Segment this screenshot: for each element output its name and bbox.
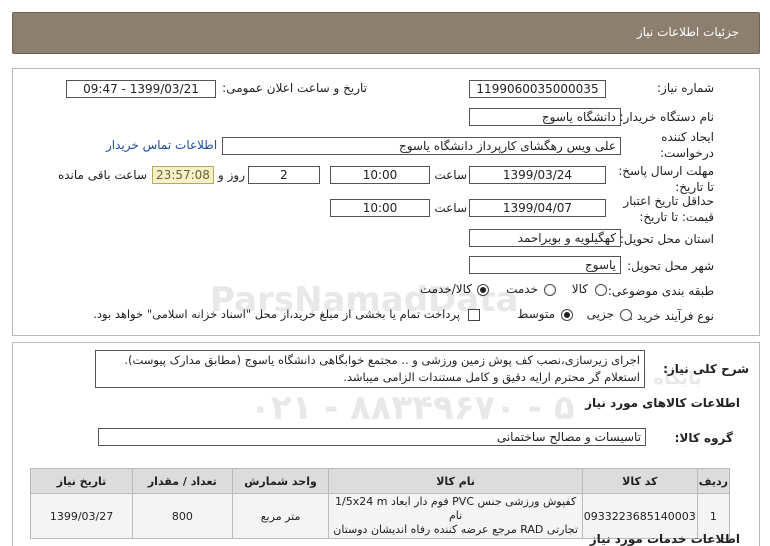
services-section-title: اطلاعات خدمات مورد نیاز (589, 532, 740, 546)
deadline-time-field: 10:00 (330, 166, 430, 184)
category-option-goods-service: کالا/خدمت (419, 282, 472, 296)
city-label: شهر محل تحویل: (627, 259, 714, 273)
remaining-time-label: ساعت باقی مانده (57, 168, 147, 182)
buyer-contact-link[interactable]: اطلاعات تماس خریدار (106, 138, 217, 152)
requester-field: علی ویس رهگشای کارپرداز دانشگاه یاسوج (222, 137, 621, 155)
requester-label-1: ایجاد کننده (661, 130, 714, 144)
validity-time-field: 10:00 (330, 199, 430, 217)
goods-group-label: گروه کالا: (674, 431, 733, 445)
goods-section-title: اطلاعات کالاهای مورد نیاز (585, 396, 740, 410)
page-title: جزئیات اطلاعات نیاز (636, 25, 739, 39)
process-radio-medium[interactable] (561, 309, 573, 321)
description-line-2: استعلام گر محترم ارایه دقیق و کامل مستند… (343, 370, 640, 384)
deadline-label-2: تا تاریخ: (675, 180, 714, 194)
announce-label: تاریخ و ساعت اعلان عمومی: (222, 81, 367, 95)
cell-date: 1399/03/27 (29, 493, 134, 539)
requester-label-2: درخواست: (660, 146, 714, 160)
col-code: کد کالا (581, 468, 698, 494)
buyer-label: نام دستگاه خریدار: (619, 110, 715, 124)
goods-group-field: تاسیسات و مصالح ساختمانی (98, 428, 646, 446)
cell-qty: 800 (132, 493, 233, 539)
cell-name: کفپوش ورزشی جنس PVC فوم دار ابعاد 1/5x24… (328, 493, 583, 539)
col-date: تاریخ نیاز (29, 468, 134, 494)
need-number-label: شماره نیاز: (657, 81, 714, 95)
col-name: نام کالا (328, 468, 583, 494)
days-label: روز و (218, 168, 245, 182)
process-option-medium: متوسط (517, 307, 555, 321)
category-option-service: خدمت (506, 282, 538, 296)
category-option-goods: کالا (571, 282, 588, 296)
col-unit: واحد شمارش (231, 468, 330, 494)
buyer-field: دانشگاه یاسوج (469, 108, 621, 126)
description-label: شرح کلی نیاز: (663, 362, 749, 376)
remaining-time-field: 23:57:08 (152, 166, 214, 184)
col-index: ردیف (696, 468, 731, 494)
cell-name-line-2: تجارتی RAD مرجع عرضه کننده رفاه اندیشان … (333, 523, 578, 536)
category-label: طبقه بندی موضوعی: (607, 284, 714, 298)
announce-field: 1399/03/21 - 09:47 (66, 80, 216, 98)
validity-date-field: 1399/04/07 (469, 199, 606, 217)
deadline-date-field: 1399/03/24 (469, 166, 606, 184)
validity-label-2: قیمت: تا تاریخ: (639, 210, 714, 224)
deadline-time-label: ساعت (434, 168, 467, 182)
goods-table-header: ردیف کد کالا نام کالا واحد شمارش تعداد /… (29, 468, 731, 494)
category-radio-service[interactable] (544, 284, 556, 296)
page-header: جزئیات اطلاعات نیاز (12, 12, 760, 54)
treasury-payment-note: پرداخت تمام یا بخشی از مبلغ خرید،از محل … (93, 307, 460, 321)
cell-name-line-1: کفپوش ورزشی جنس PVC فوم دار ابعاد 1/5x24… (335, 495, 577, 522)
process-radio-minor[interactable] (620, 309, 632, 321)
deadline-label-1: مهلت ارسال پاسخ: (618, 164, 714, 178)
need-number-field: 1199060035000035 (469, 80, 606, 98)
description-box: اجرای زیرسازی،نصب کف پوش زمین ورزشی و ..… (95, 350, 645, 388)
validity-label-1: حداقل تاریخ اعتبار (623, 194, 714, 208)
process-option-minor: جزیی (586, 307, 614, 321)
col-qty: تعداد / مقدار (132, 468, 233, 494)
category-radio-goods[interactable] (595, 284, 607, 296)
days-remaining-field: 2 (248, 166, 320, 184)
treasury-payment-checkbox[interactable] (468, 309, 480, 321)
goods-table: ردیف کد کالا نام کالا واحد شمارش تعداد /… (29, 468, 731, 539)
city-field: یاسوج (469, 256, 621, 274)
province-field: کهگیلویه و بویراحمد (469, 229, 621, 247)
validity-time-label: ساعت (434, 201, 467, 215)
cell-unit: متر مربع (231, 493, 330, 539)
process-label: نوع فرآیند خرید : (629, 309, 714, 323)
category-radio-goods-service[interactable] (477, 284, 489, 296)
description-line-1: اجرای زیرسازی،نصب کف پوش زمین ورزشی و ..… (124, 353, 640, 367)
province-label: استان محل تحویل: (619, 232, 714, 246)
